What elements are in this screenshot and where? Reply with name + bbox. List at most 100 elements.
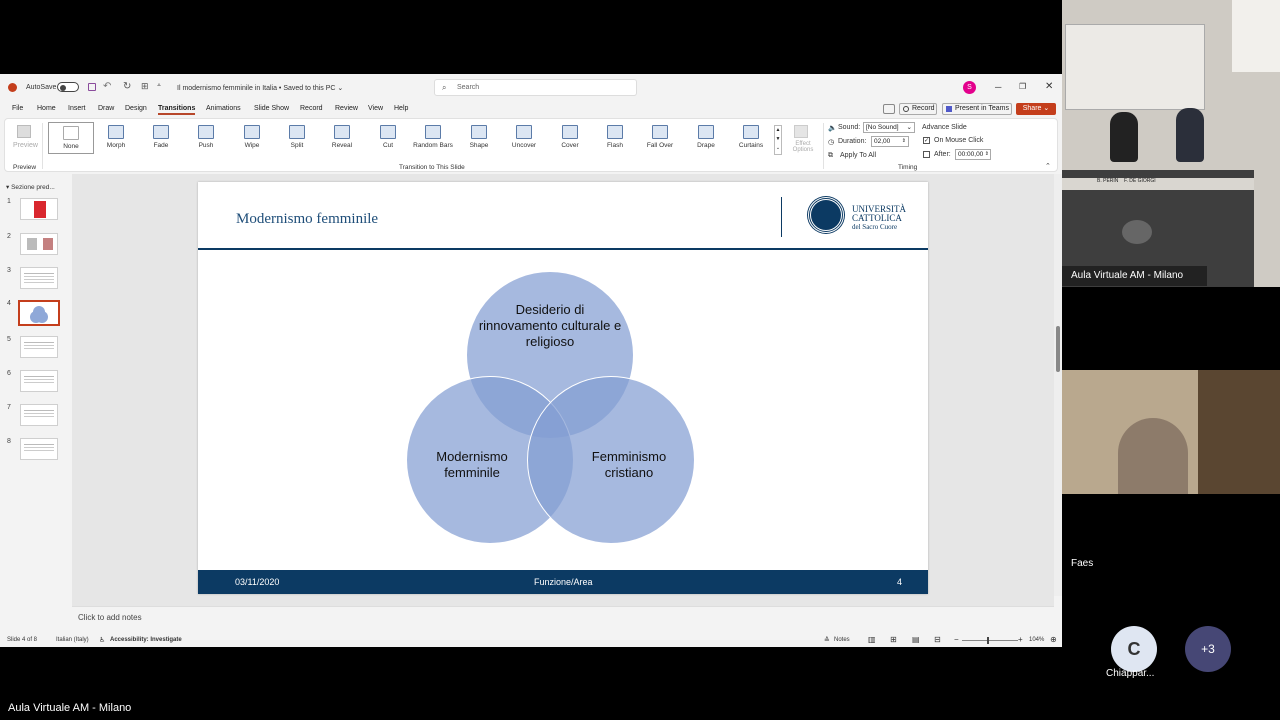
participant-avatar[interactable]: C	[1111, 626, 1157, 672]
transition-cover[interactable]: Cover	[550, 125, 590, 149]
footer-center[interactable]: Funzione/Area	[534, 577, 593, 587]
sound-select[interactable]: [No Sound] ⌄	[863, 122, 915, 133]
zoom-level[interactable]: 104%	[1029, 637, 1044, 643]
tab-view[interactable]: View	[368, 105, 383, 112]
tab-draw[interactable]: Draw	[98, 105, 114, 112]
slide-thumbnail-7[interactable]	[20, 404, 58, 426]
section-header[interactable]: ▾ Sezione pred...	[6, 183, 55, 191]
footer-page-number[interactable]: 4	[897, 577, 902, 587]
whiteboard	[1065, 24, 1205, 110]
tab-file[interactable]: File	[12, 105, 23, 112]
customize-qat-icon[interactable]: ⩡	[157, 82, 161, 90]
tab-insert[interactable]: Insert	[68, 105, 86, 112]
desk-front	[1062, 178, 1254, 190]
zoom-in-icon[interactable]: +	[1018, 635, 1023, 644]
language-indicator[interactable]: Italian (Italy)	[56, 637, 89, 643]
more-participants-button[interactable]: +3	[1185, 626, 1231, 672]
document-title[interactable]: Il modernismo femminile in Italia • Save…	[177, 84, 343, 92]
sound-label: Sound:	[838, 124, 861, 131]
share-button[interactable]: Share ⌄	[1016, 103, 1056, 115]
tab-animations[interactable]: Animations	[206, 105, 241, 112]
person	[1118, 418, 1188, 494]
autosave-toggle[interactable]	[57, 82, 79, 92]
preview-icon[interactable]	[17, 125, 31, 138]
transition-fade[interactable]: Fade	[141, 125, 181, 149]
effect-options-button[interactable]: Effect Options	[788, 141, 818, 153]
video-tile-room[interactable]: B. PERIN F. DE GIORGI Aula Virtuale AM -…	[1062, 0, 1280, 287]
comments-icon[interactable]	[883, 104, 895, 114]
restore-icon[interactable]: ❐	[1019, 82, 1026, 91]
slide-thumbnail-3[interactable]	[20, 267, 58, 289]
tab-slide-show[interactable]: Slide Show	[254, 105, 289, 112]
gallery-scroll[interactable]: ▲ ▼ ⌄	[774, 125, 782, 155]
slide-thumbnail-8[interactable]	[20, 438, 58, 460]
transition-random-bars[interactable]: Random Bars	[413, 125, 453, 149]
slide-title[interactable]: Modernismo femminile	[236, 211, 378, 228]
apply-to-all-button[interactable]: Apply To All	[840, 152, 876, 159]
slide-thumbnail-6[interactable]	[20, 370, 58, 392]
tab-transitions[interactable]: Transitions	[158, 105, 196, 115]
after-time-stepper[interactable]: 00:00,00 ⇕	[955, 149, 991, 160]
record-button[interactable]: Record	[899, 103, 937, 115]
undo-icon[interactable]: ↶	[103, 81, 111, 92]
participant-name-2: Faes	[1071, 558, 1094, 569]
ribbon-divider	[42, 123, 43, 169]
normal-view-icon[interactable]: ▥	[868, 635, 876, 644]
slide-thumbnail-1[interactable]	[20, 198, 58, 220]
transition-wipe[interactable]: Wipe	[232, 125, 272, 149]
slide-sorter-icon[interactable]: ⊞	[890, 635, 897, 644]
vertical-scrollbar[interactable]	[1054, 174, 1062, 596]
transition-flash[interactable]: Flash	[595, 125, 635, 149]
notes-button[interactable]: Notes	[834, 637, 850, 643]
redo-icon[interactable]: ↻	[123, 81, 131, 92]
transition-shape[interactable]: Shape	[459, 125, 499, 149]
slide-thumbnail-4[interactable]	[18, 300, 60, 326]
zoom-out-icon[interactable]: −	[954, 635, 959, 644]
search-box[interactable]: ⌕ Search	[434, 79, 637, 96]
slide-thumbnail-5[interactable]	[20, 336, 58, 358]
transition-curtains[interactable]: Curtains	[731, 125, 771, 149]
save-icon[interactable]	[88, 83, 96, 91]
preview-button[interactable]: Preview	[13, 142, 38, 149]
transition-morph[interactable]: Morph	[96, 125, 136, 149]
accessibility-status[interactable]: Accessibility: Investigate	[110, 637, 182, 643]
ribbon-tabs: File Home Insert Draw Design Transitions…	[0, 101, 1062, 117]
present-icon[interactable]: ⊞	[141, 81, 149, 92]
tab-design[interactable]: Design	[125, 105, 147, 112]
transition-uncover[interactable]: Uncover	[504, 125, 544, 149]
current-slide[interactable]: Modernismo femminile UNIVERSITÀ CATTOLIC…	[198, 182, 928, 594]
on-mouse-click-checkbox[interactable]: ✓	[923, 137, 930, 144]
accessibility-icon: ♿	[99, 637, 106, 644]
footer-date[interactable]: 03/11/2020	[235, 577, 279, 587]
fit-slide-icon[interactable]: ⊕	[1050, 635, 1057, 644]
clock-icon: ◷	[828, 139, 835, 146]
tab-home[interactable]: Home	[37, 105, 56, 112]
reading-view-icon[interactable]: ▤	[912, 635, 920, 644]
transition-push[interactable]: Push	[186, 125, 226, 149]
tab-record[interactable]: Record	[300, 105, 323, 112]
present-in-teams-button[interactable]: Present in Teams	[942, 103, 1012, 115]
logo-divider	[781, 197, 782, 237]
notes-pane[interactable]: Click to add notes	[72, 606, 1054, 632]
transition-reveal[interactable]: Reveal	[322, 125, 362, 149]
tab-review[interactable]: Review	[335, 105, 358, 112]
slideshow-icon[interactable]: ⊟	[934, 635, 941, 644]
transition-cut[interactable]: Cut	[368, 125, 408, 149]
close-icon[interactable]: ✕	[1045, 81, 1053, 92]
transition-split[interactable]: Split	[277, 125, 317, 149]
effect-options-icon[interactable]	[794, 125, 808, 138]
video-tile-participant[interactable]	[1062, 370, 1280, 494]
powerpoint-logo-icon	[8, 83, 17, 92]
minimize-icon[interactable]: ─	[995, 82, 1001, 92]
advance-slide-title: Advance Slide	[922, 124, 967, 131]
transition-none[interactable]: None	[48, 122, 94, 154]
slide-thumbnail-2[interactable]	[20, 233, 58, 255]
duration-stepper[interactable]: 02,00 ⇕	[871, 136, 909, 147]
tab-help[interactable]: Help	[394, 105, 408, 112]
after-checkbox[interactable]	[923, 151, 930, 158]
transition-drape[interactable]: Drape	[686, 125, 726, 149]
zoom-slider[interactable]	[962, 637, 1018, 644]
transition-fall-over[interactable]: Fall Over	[640, 125, 680, 149]
user-avatar[interactable]: S	[963, 81, 976, 94]
collapse-ribbon-icon[interactable]: ⌃	[1045, 162, 1051, 170]
